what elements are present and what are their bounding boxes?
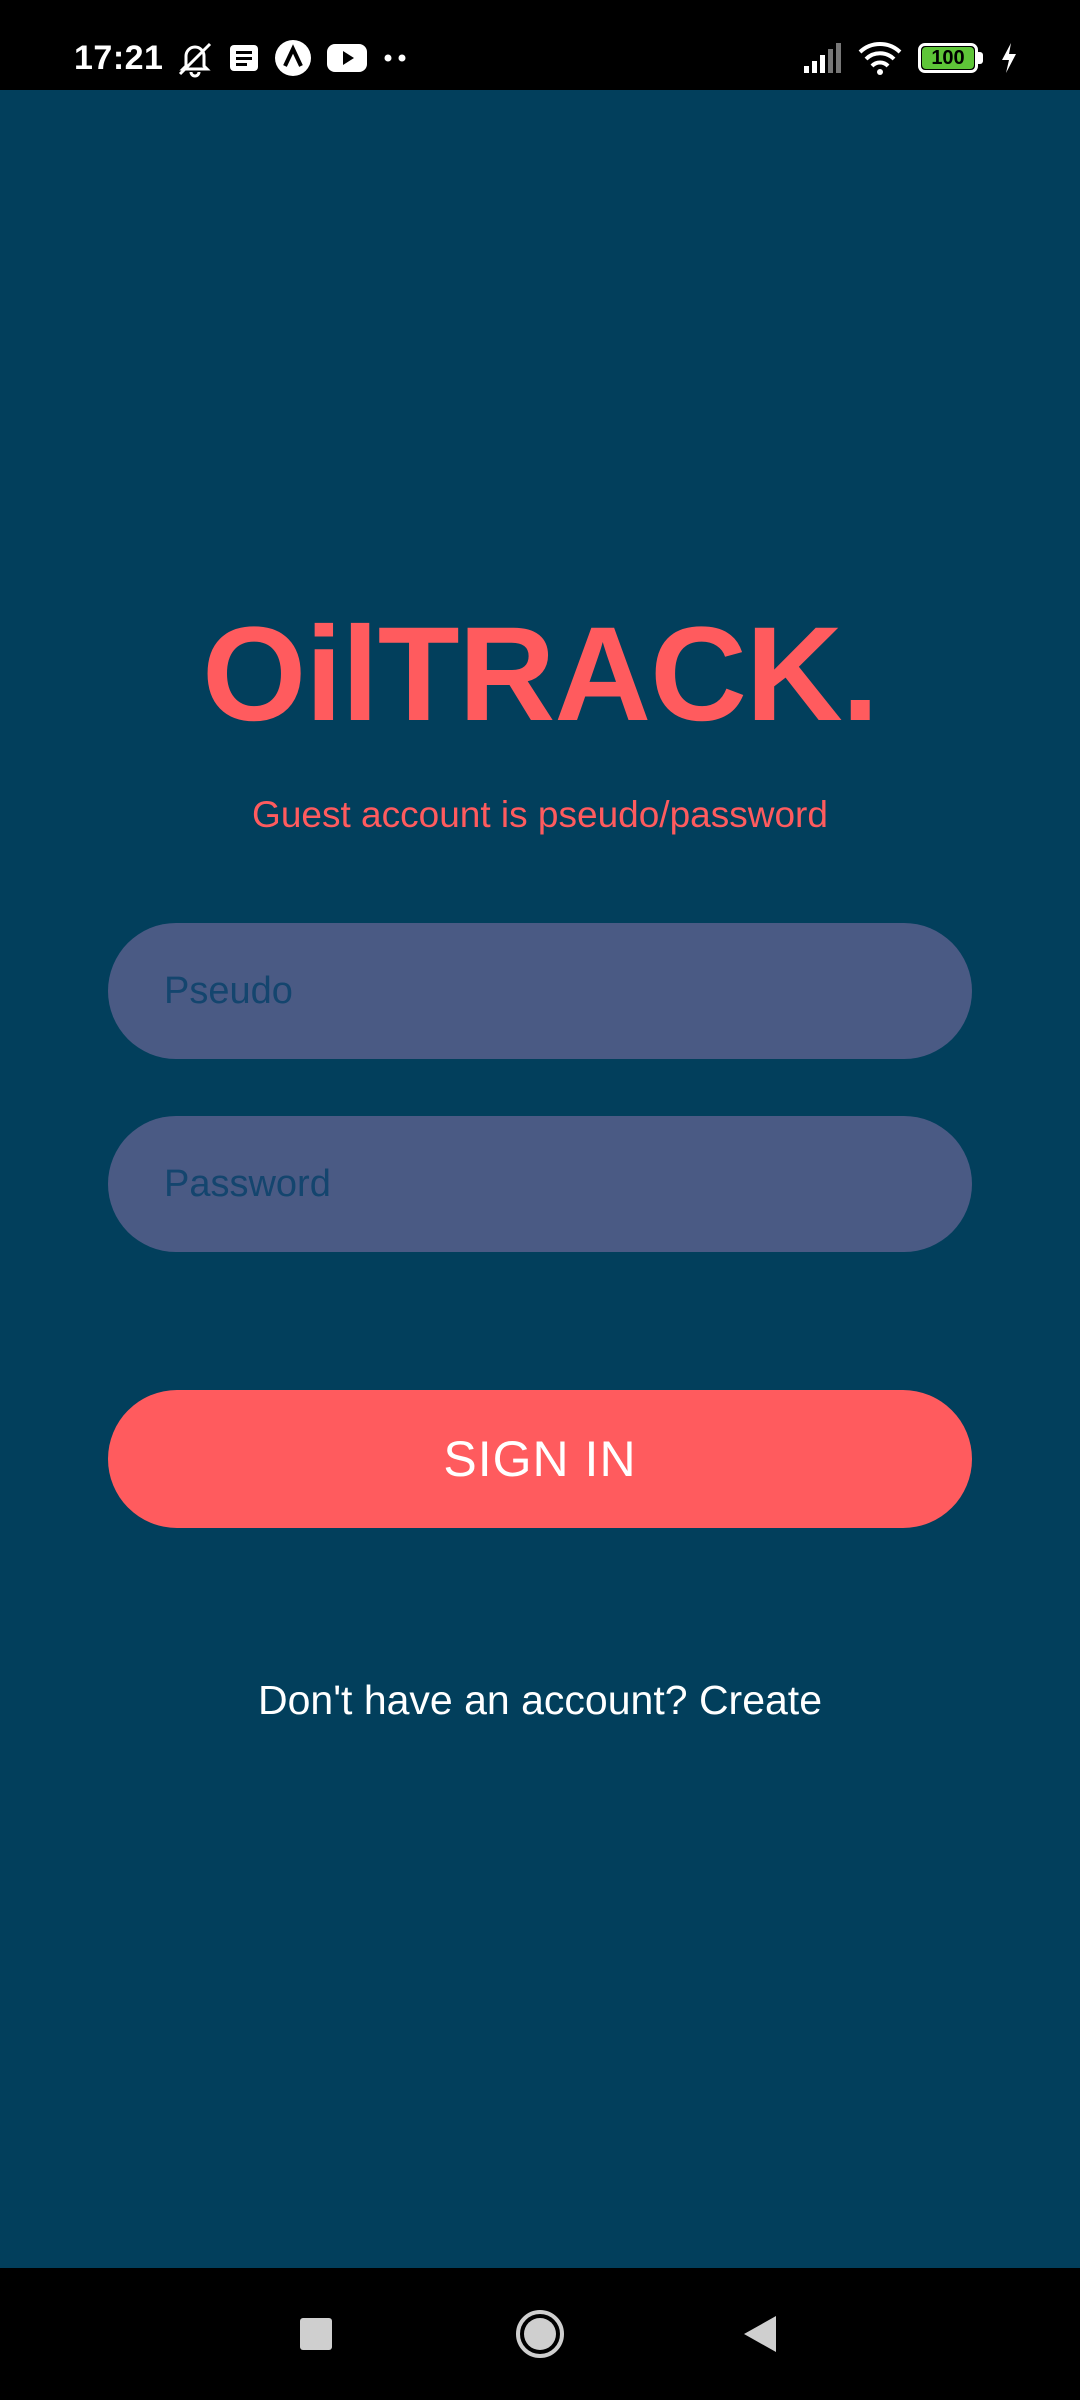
pseudo-input[interactable] [108, 923, 972, 1059]
create-account-prompt: Don't have an account? [258, 1677, 688, 1723]
home-icon [516, 2310, 564, 2358]
more-dots-icon [384, 54, 406, 62]
password-input[interactable] [108, 1116, 972, 1252]
recents-icon [300, 2318, 332, 2350]
back-button[interactable] [700, 2268, 820, 2400]
home-button[interactable] [480, 2268, 600, 2400]
battery-icon: 100 [918, 43, 984, 73]
youtube-icon [327, 44, 367, 72]
screen: 17:21 100 OilTRACK. Guest account is pse… [0, 0, 1080, 2400]
mute-icon [178, 42, 212, 78]
wifi-icon [858, 42, 902, 75]
signal-icon [804, 43, 841, 73]
back-icon [744, 2316, 776, 2352]
app-icon [275, 40, 311, 76]
sign-in-button[interactable]: SIGN IN [108, 1390, 972, 1528]
status-icons-right: 100 [802, 36, 1018, 80]
login-screen: OilTRACK. Guest account is pseudo/passwo… [0, 90, 1080, 2268]
guest-account-hint: Guest account is pseudo/password [252, 794, 828, 835]
create-account-link[interactable]: Create [699, 1677, 822, 1723]
status-icons-left [176, 36, 408, 80]
app-logo: OilTRACK. [202, 600, 879, 749]
notes-icon [230, 45, 258, 71]
navigation-bar [0, 2268, 1080, 2400]
charging-icon [1002, 43, 1016, 73]
recents-button[interactable] [256, 2268, 376, 2400]
battery-level: 100 [931, 47, 965, 69]
status-bar: 17:21 100 [0, 0, 1080, 90]
create-account-row: Don't have an account? Create [0, 1672, 1080, 1728]
status-time: 17:21 [74, 39, 164, 77]
